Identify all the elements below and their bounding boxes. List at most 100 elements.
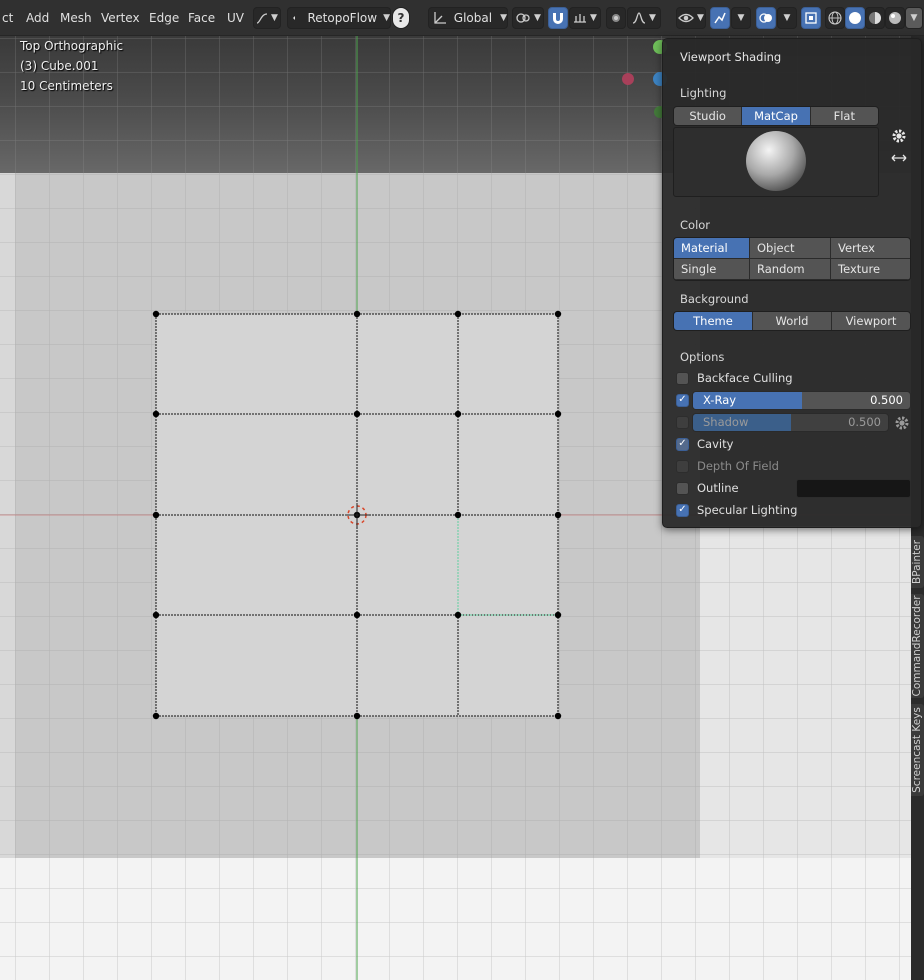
mesh-vertex[interactable] [152, 310, 160, 318]
mesh-vertex[interactable] [353, 611, 361, 619]
retopoflow-dropdown[interactable]: RetopoFlow ▼ [287, 7, 391, 29]
wireframe-sphere-icon [828, 11, 842, 25]
chevron-down-icon: ▼ [783, 13, 791, 23]
matcap-preview[interactable] [673, 127, 879, 197]
snap-increment-icon [574, 14, 587, 23]
cavity-label: Cavity [697, 437, 734, 451]
background-world-button[interactable]: World [753, 312, 832, 330]
curve-dropdown[interactable]: ▼ [253, 7, 281, 29]
chevron-down-icon: ▼ [649, 13, 656, 23]
depth-of-field-option[interactable]: Depth Of Field [676, 457, 779, 475]
overlays-icon [759, 13, 772, 23]
menu-face[interactable]: Face [188, 8, 215, 28]
mesh-vertex[interactable] [152, 511, 160, 519]
flip-horizontal-icon[interactable] [891, 152, 907, 164]
cavity-option[interactable]: ✓ Cavity [676, 435, 733, 453]
mesh-vertex[interactable] [554, 310, 562, 318]
proportional-edit-icon [612, 14, 620, 22]
mesh-vertex[interactable] [454, 511, 462, 519]
shading-material-button[interactable] [865, 7, 885, 29]
shading-wireframe-button[interactable] [825, 7, 845, 29]
pivot-dropdown[interactable]: ▼ [512, 7, 544, 29]
view-name: Top Orthographic [20, 39, 124, 53]
snap-toggle[interactable] [548, 7, 568, 29]
menu-edge[interactable]: Edge [149, 8, 179, 28]
menu-mesh[interactable]: Mesh [60, 8, 92, 28]
outline-option[interactable]: Outline [676, 479, 739, 497]
color-object-button[interactable]: Object [750, 238, 831, 259]
tab-bpainter[interactable]: BPainter [911, 536, 924, 588]
proportional-edit-toggle[interactable] [606, 7, 626, 29]
matcap-sphere-icon [746, 131, 806, 191]
color-material-button[interactable]: Material [674, 238, 750, 259]
gizmo-toggle[interactable] [710, 7, 730, 29]
backface-culling-option[interactable]: Backface Culling [676, 369, 793, 387]
gear-icon[interactable] [894, 415, 910, 431]
menu-uv[interactable]: UV [227, 8, 244, 28]
color-vertex-button[interactable]: Vertex [831, 238, 910, 259]
xray-icon [805, 12, 817, 24]
shading-rendered-button[interactable] [885, 7, 905, 29]
mesh-vertex[interactable] [554, 511, 562, 519]
color-random-button[interactable]: Random [750, 259, 831, 280]
viewport-shading-popover: Viewport Shading Lighting Studio MatCap … [662, 38, 922, 528]
xray-toggle[interactable] [801, 7, 821, 29]
gizmo-neg-x-axis-icon[interactable] [622, 73, 634, 85]
menu-add[interactable]: Add [26, 8, 49, 28]
shading-popover-button[interactable]: ▼ [905, 7, 923, 29]
mesh-vertex[interactable] [454, 410, 462, 418]
background-viewport-button[interactable]: Viewport [832, 312, 910, 330]
depth-of-field-label: Depth Of Field [697, 459, 779, 473]
gizmo-dropdown[interactable]: ▼ [731, 7, 751, 29]
grid-scale: 10 Centimeters [20, 79, 113, 93]
xray-checkbox[interactable]: ✓ [676, 393, 689, 407]
mesh-vertex[interactable] [554, 712, 562, 720]
visibility-dropdown[interactable]: ▼ [676, 7, 706, 29]
outline-checkbox[interactable] [676, 481, 689, 495]
help-icon[interactable]: ? [392, 7, 410, 29]
mesh-vertex[interactable] [152, 611, 160, 619]
tab-screencast-keys[interactable]: Screencast Keys [911, 704, 924, 796]
lighting-flat-button[interactable]: Flat [810, 107, 878, 125]
orientation-dropdown[interactable]: Global ▼ [428, 7, 508, 29]
tab-commandrecorder[interactable]: CommandRecorder [911, 594, 924, 698]
snap-target-dropdown[interactable]: ▼ [569, 7, 601, 29]
lighting-matcap-button[interactable]: MatCap [742, 107, 811, 125]
gear-icon[interactable] [891, 128, 907, 144]
mesh-vertex[interactable] [152, 712, 160, 720]
background-theme-button[interactable]: Theme [674, 312, 753, 330]
mesh-vertex[interactable] [353, 712, 361, 720]
chevron-down-icon: ▼ [271, 13, 278, 23]
mesh-vertex[interactable] [454, 611, 462, 619]
menu-object[interactable]: ct [2, 8, 13, 28]
falloff-dropdown[interactable]: ▼ [627, 7, 661, 29]
mesh-vertex[interactable] [152, 410, 160, 418]
outline-color-swatch[interactable] [796, 479, 911, 498]
color-texture-button[interactable]: Texture [831, 259, 910, 280]
mesh-vertex[interactable] [554, 611, 562, 619]
curve-icon [256, 13, 268, 24]
specular-lighting-label: Specular Lighting [697, 503, 798, 517]
specular-lighting-option[interactable]: ✓ Specular Lighting [676, 501, 797, 519]
overlays-dropdown[interactable]: ▼ [777, 7, 797, 29]
specular-lighting-checkbox[interactable]: ✓ [676, 503, 689, 517]
mesh-vertex[interactable] [454, 310, 462, 318]
cavity-checkbox[interactable]: ✓ [676, 437, 689, 451]
mesh-vertex[interactable] [554, 410, 562, 418]
depth-of-field-checkbox[interactable] [676, 459, 689, 473]
backface-culling-checkbox[interactable] [676, 371, 689, 385]
lighting-studio-button[interactable]: Studio [674, 107, 743, 125]
overlays-toggle[interactable] [756, 7, 776, 29]
menu-vertex[interactable]: Vertex [101, 8, 140, 28]
mesh-vertex[interactable] [353, 410, 361, 418]
eye-icon [678, 13, 694, 23]
xray-alpha-slider[interactable]: X-Ray 0.500 [692, 391, 911, 410]
color-single-button[interactable]: Single [674, 259, 750, 280]
shadow-slider[interactable]: Shadow 0.500 [692, 413, 889, 432]
shading-solid-button[interactable] [845, 7, 865, 29]
shadow-option[interactable] [676, 413, 689, 431]
tab-label: Screencast Keys [911, 707, 923, 793]
xray-option[interactable]: ✓ [676, 391, 689, 409]
mesh-vertex[interactable] [353, 310, 361, 318]
shadow-checkbox[interactable] [676, 415, 689, 429]
